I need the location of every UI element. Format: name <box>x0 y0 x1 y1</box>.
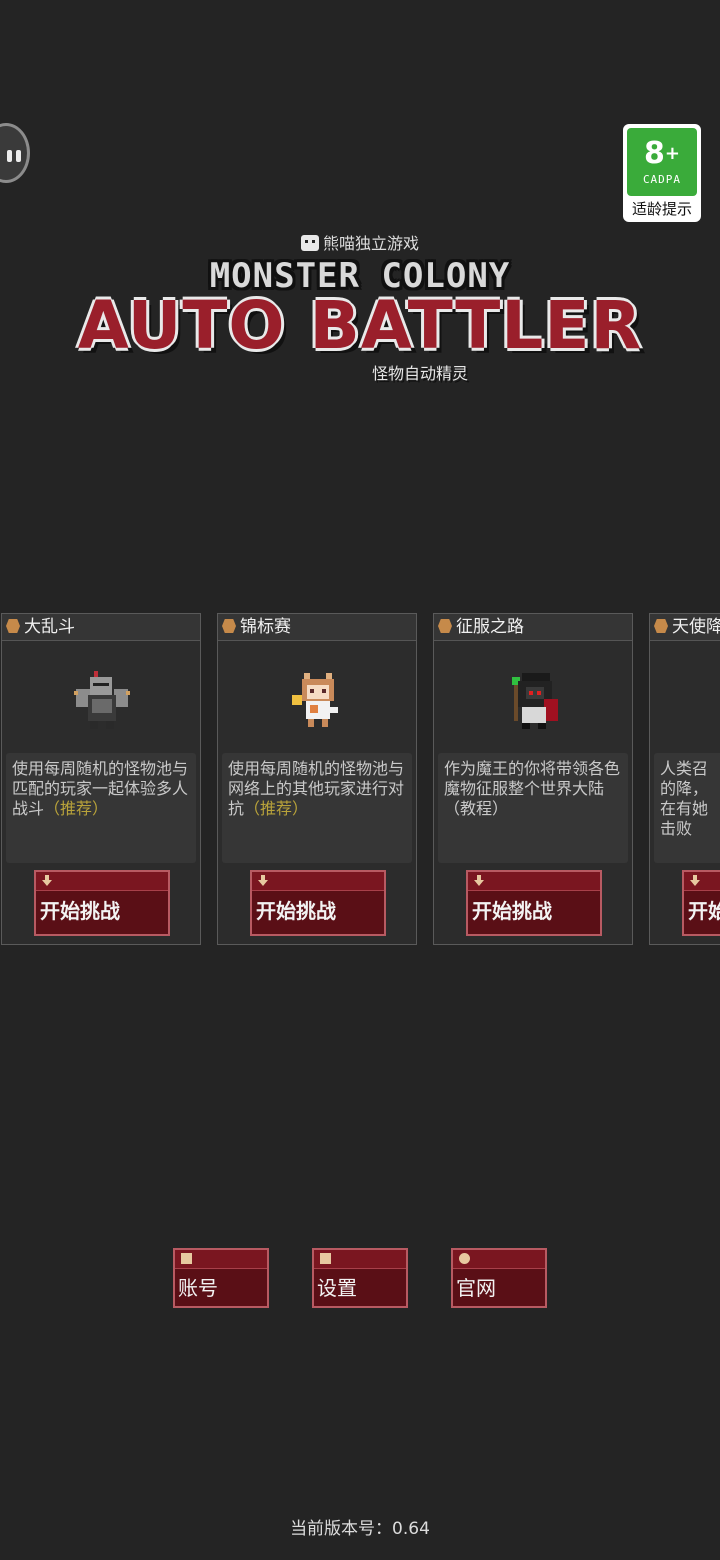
mode-art <box>650 641 720 753</box>
mode-art <box>218 641 416 753</box>
cross-icon <box>654 619 668 633</box>
logo-title-line2: AUTO BATTLER <box>77 287 643 364</box>
sword-down-icon <box>258 875 268 886</box>
website-button[interactable]: 官网 <box>451 1248 547 1308</box>
assistant-eye-icon <box>7 150 12 162</box>
main-menu-screen: 8+ CADPA 适龄提示 熊喵独立游戏 MONSTER COLONY AUTO… <box>0 0 720 1560</box>
start-challenge-button[interactable]: 开始挑战 <box>466 870 602 936</box>
mode-card-brawl[interactable]: 大乱斗 使用每周随机的怪物池与匹配的玩家一起体验多人战斗（推荐） 开始挑战 <box>1 613 201 945</box>
age-rating-number: 8 <box>644 135 665 171</box>
age-rating-org: CADPA <box>642 172 682 186</box>
website-label: 官网 <box>456 1276 496 1300</box>
armored-knight-sprite <box>74 671 130 729</box>
start-challenge-label: 开始挑战 <box>256 899 336 923</box>
mode-art <box>434 641 632 753</box>
wrench-icon <box>320 1253 331 1264</box>
sword-down-icon <box>42 875 52 886</box>
mode-desc-text: 作为魔王的你将带领各色魔物征服整个世界大陆（教程） <box>444 759 621 818</box>
mode-title: 大乱斗 <box>24 617 75 637</box>
start-challenge-button[interactable]: 开始 <box>682 870 720 936</box>
start-challenge-button[interactable]: 开始挑战 <box>250 870 386 936</box>
mode-art <box>2 641 200 753</box>
version-number: 当前版本号：0.64 <box>290 1519 430 1539</box>
start-challenge-label: 开始挑战 <box>472 899 552 923</box>
mode-card-header: 锦标赛 <box>218 614 416 641</box>
mode-title: 征服之路 <box>456 617 524 637</box>
age-rating-plus: + <box>664 142 680 164</box>
mode-desc-text: 人类召的降，在有她击败 <box>660 759 709 838</box>
start-challenge-label: 开始 <box>688 899 720 923</box>
start-challenge-label: 开始挑战 <box>40 899 120 923</box>
mode-card-conquest[interactable]: 征服之路 作为魔王的你将带领各色魔物征服整个世界大陆（教程） 开始挑战 <box>433 613 633 945</box>
mode-title: 天使降 <box>672 617 720 637</box>
mode-card-tournament[interactable]: 锦标赛 使用每周随机的怪物池与网络上的其他玩家进行对抗（推荐） 开始挑战 <box>217 613 417 945</box>
mode-description: 人类召的降，在有她击败 <box>654 753 720 863</box>
game-mode-carousel[interactable]: 大乱斗 使用每周随机的怪物池与匹配的玩家一起体验多人战斗（推荐） 开始挑战 锦标… <box>0 613 720 947</box>
recommended-tag: （推荐） <box>44 799 109 818</box>
recommended-tag: （推荐） <box>244 799 309 818</box>
account-button[interactable]: 账号 <box>173 1248 269 1308</box>
mode-description: 使用每周随机的怪物池与网络上的其他玩家进行对抗（推荐） <box>222 753 412 863</box>
person-icon <box>181 1253 192 1264</box>
sword-down-icon <box>690 875 700 886</box>
start-challenge-button[interactable]: 开始挑战 <box>34 870 170 936</box>
logo-subtitle: 怪物自动精灵 <box>372 364 469 383</box>
mode-card-angel[interactable]: 天使降 人类召的降，在有她击败 开始 <box>649 613 720 945</box>
globe-icon <box>459 1253 470 1264</box>
account-label: 账号 <box>178 1276 218 1300</box>
mode-description: 使用每周随机的怪物池与匹配的玩家一起体验多人战斗（推荐） <box>6 753 196 863</box>
mode-card-header: 大乱斗 <box>2 614 200 641</box>
helmet-icon <box>6 619 20 633</box>
mode-card-header: 天使降 <box>650 614 720 641</box>
studio-credit: 熊喵独立游戏 <box>0 230 720 254</box>
age-rating-tip: 适龄提示 <box>631 200 692 218</box>
demon-lord-sprite <box>512 673 558 729</box>
studio-name: 熊喵独立游戏 <box>322 234 419 253</box>
settings-label: 设置 <box>317 1276 357 1300</box>
sword-down-icon <box>474 875 484 886</box>
mode-card-header: 征服之路 <box>434 614 632 641</box>
mode-description: 作为魔王的你将带领各色魔物征服整个世界大陆（教程） <box>438 753 628 863</box>
tower-icon <box>438 619 452 633</box>
trophy-icon <box>222 619 236 633</box>
floating-assistant-button[interactable] <box>0 123 30 183</box>
settings-button[interactable]: 设置 <box>312 1248 408 1308</box>
age-rating-panel: 8+ CADPA <box>627 128 697 196</box>
assistant-eye-icon <box>16 150 21 162</box>
mode-title: 锦标赛 <box>240 617 291 637</box>
cat-girl-sprite <box>292 673 338 727</box>
age-rating-badge[interactable]: 8+ CADPA 适龄提示 <box>623 124 701 222</box>
panda-cat-logo-icon <box>300 235 319 251</box>
